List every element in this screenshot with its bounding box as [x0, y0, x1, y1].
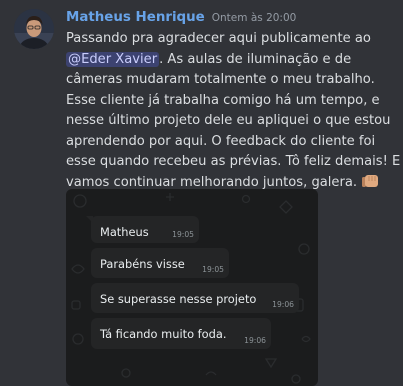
- message-text: vamos continuar melhorando juntos, galer…: [66, 174, 358, 190]
- message-line: esse quando recebeu as prévias. Tô feliz…: [66, 154, 401, 169]
- bubble-tail: [86, 216, 93, 223]
- message-line: câmeras mudaram totalmente o meu trabalh…: [66, 72, 375, 87]
- message-line: aprendendo por aqui. O feedback do clien…: [66, 133, 376, 149]
- chat-bubble: Matheus 19:05: [86, 216, 199, 243]
- chat-message: Matheus Henrique Ontem às 20:00 Passando…: [0, 0, 403, 386]
- bubble-text: Matheus: [100, 225, 149, 239]
- bubble-time: 19:06: [244, 336, 266, 345]
- chat-bubble: Tá ficando muito foda. 19:06: [91, 318, 271, 349]
- bubble-time: 19:05: [202, 265, 224, 274]
- message-text: . As aulas de iluminação e de: [159, 51, 352, 67]
- message-content: Passando pra agradecer aqui publicamente…: [66, 29, 401, 197]
- bubble-text: Se superasse nesse projeto: [100, 292, 257, 306]
- fist-bump-emoji: [361, 173, 379, 197]
- bubble-time: 19:06: [272, 300, 294, 309]
- image-attachment[interactable]: Matheus 19:05 Parabéns visse 19:05 Se su…: [66, 189, 318, 386]
- message-line: nesse último projeto dele eu apliquei o …: [66, 113, 391, 128]
- bubble-time: 19:05: [172, 230, 194, 239]
- message-header: Matheus Henrique Ontem às 20:00: [66, 10, 296, 28]
- chat-bubble: Se superasse nesse projeto 19:06: [91, 283, 299, 313]
- message-timestamp: Ontem às 20:00: [211, 12, 297, 24]
- bubble-text: Tá ficando muito foda.: [100, 327, 227, 341]
- message-line: Esse cliente já trabalha comigo há um te…: [66, 92, 380, 108]
- message-line-mention: @Eder Xavier. As aulas de iluminação e d…: [66, 50, 396, 71]
- chat-bubble: Parabéns visse 19:05: [91, 248, 229, 278]
- user-avatar[interactable]: [14, 9, 54, 49]
- bubble-text: Parabéns visse: [100, 257, 185, 271]
- user-mention[interactable]: @Eder Xavier: [66, 51, 160, 67]
- message-line: Passando pra agradecer aqui publicamente…: [66, 31, 371, 46]
- author-name[interactable]: Matheus Henrique: [66, 10, 205, 25]
